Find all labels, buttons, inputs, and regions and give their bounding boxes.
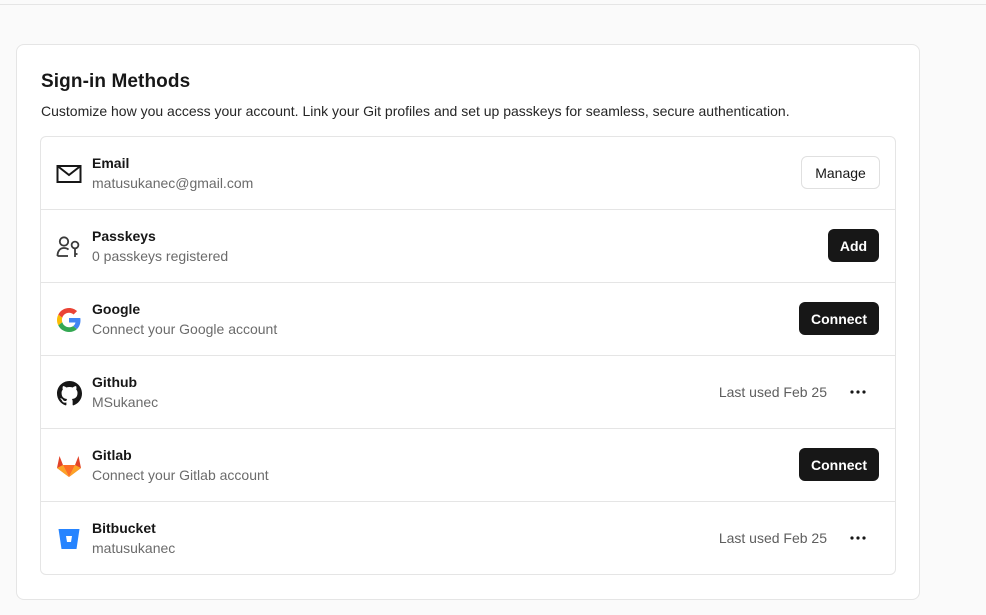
method-subtitle: Connect your Google account: [92, 321, 278, 337]
more-icon[interactable]: [841, 526, 875, 550]
method-title: Google: [92, 301, 141, 317]
method-title: Github: [92, 374, 138, 390]
method-subtitle: matusukanec: [92, 540, 176, 556]
method-row-passkeys: Passkeys 0 passkeys registered Add: [41, 209, 895, 282]
method-title: Gitlab: [92, 447, 132, 463]
last-used-label: Last used Feb 25: [718, 530, 827, 546]
method-title: Bitbucket: [92, 520, 156, 536]
method-subtitle: matusukanec@gmail.com: [92, 175, 254, 191]
bitbucket-icon: [56, 526, 82, 552]
github-icon: [56, 380, 82, 406]
method-row-gitlab: Gitlab Connect your Gitlab account Conne…: [41, 428, 895, 501]
gitlab-icon: [56, 453, 82, 479]
method-subtitle: MSukanec: [92, 394, 159, 410]
manage-email-button[interactable]: Manage: [801, 156, 880, 189]
connect-gitlab-button[interactable]: Connect: [799, 448, 879, 481]
method-title: Passkeys: [92, 228, 156, 244]
method-row-email: Email matusukanec@gmail.com Manage: [41, 137, 895, 209]
method-subtitle: Connect your Gitlab account: [92, 467, 269, 483]
sign-in-methods-list: Email matusukanec@gmail.com Manage Passk…: [40, 136, 896, 575]
card-title: Sign-in Methods: [41, 71, 191, 92]
more-icon[interactable]: [841, 380, 875, 404]
method-row-github: Github MSukanec Last used Feb 25: [41, 355, 895, 428]
method-row-google: Google Connect your Google account Conne…: [41, 282, 895, 355]
card-subtitle: Customize how you access your account. L…: [41, 103, 790, 119]
method-title: Email: [92, 155, 130, 171]
top-divider: [0, 4, 986, 5]
add-passkey-button[interactable]: Add: [828, 229, 879, 262]
method-row-bitbucket: Bitbucket matusukanec Last used Feb 25: [41, 501, 895, 574]
sign-in-methods-card: Sign-in Methods Customize how you access…: [16, 44, 920, 600]
mail-icon: [56, 161, 82, 187]
method-subtitle: 0 passkeys registered: [92, 248, 229, 264]
connect-google-button[interactable]: Connect: [799, 302, 879, 335]
last-used-label: Last used Feb 25: [718, 384, 827, 400]
passkey-icon: [56, 234, 82, 260]
google-icon: [56, 307, 82, 333]
